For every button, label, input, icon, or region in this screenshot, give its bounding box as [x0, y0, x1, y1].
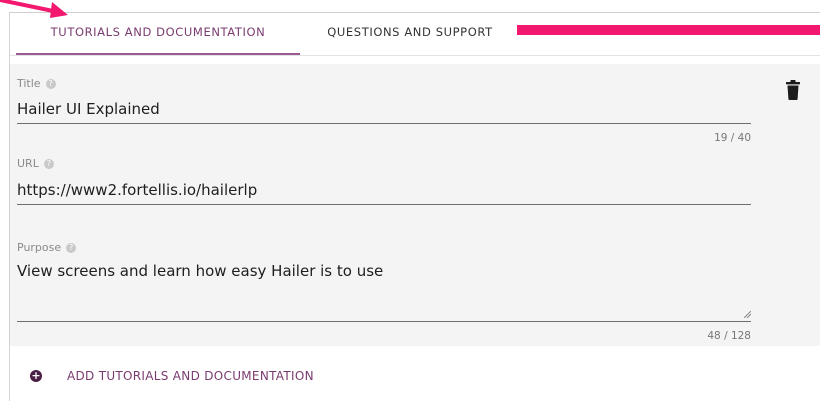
page: TUTORIALS AND DOCUMENTATION QUESTIONS AN… [0, 0, 820, 401]
help-circle-icon[interactable]: ? [43, 158, 54, 169]
resize-grip-icon[interactable] [743, 310, 751, 318]
purpose-field-label: Purpose ? [17, 241, 77, 254]
add-tutorial-label: ADD TUTORIALS AND DOCUMENTATION [67, 369, 314, 383]
tab-questions-and-support[interactable]: QUESTIONS AND SUPPORT [312, 13, 508, 55]
url-field-label: URL ? [17, 157, 54, 170]
purpose-char-counter: 48 / 128 [707, 330, 751, 342]
help-circle-icon[interactable]: ? [66, 242, 77, 253]
title-field-label: Title ? [17, 77, 56, 90]
plus-circle-icon: + [30, 369, 42, 382]
url-input[interactable]: https://www2.fortellis.io/hailerlp [17, 181, 257, 199]
add-tutorial-button[interactable]: + ADD TUTORIALS AND DOCUMENTATION [30, 364, 314, 388]
tab-label: QUESTIONS AND SUPPORT [327, 25, 493, 39]
help-circle-icon[interactable]: ? [45, 78, 56, 89]
title-char-counter: 19 / 40 [714, 132, 751, 144]
trash-icon[interactable] [785, 80, 801, 100]
tab-label: TUTORIALS AND DOCUMENTATION [50, 25, 266, 39]
title-input[interactable]: Hailer UI Explained [17, 100, 160, 118]
label-text: Title [17, 77, 41, 90]
url-input-underline [17, 204, 751, 205]
tutorial-entry-panel: Title ? Hailer UI Explained 19 / 40 URL … [10, 64, 820, 346]
title-input-underline [17, 123, 751, 124]
label-text: URL [17, 157, 39, 170]
tabs-divider [10, 55, 820, 56]
purpose-textarea-underline [17, 321, 751, 322]
tab-tutorials-and-documentation[interactable]: TUTORIALS AND DOCUMENTATION [16, 13, 300, 55]
purpose-textarea[interactable]: View screens and learn how easy Hailer i… [17, 262, 383, 280]
annotation-highlight-bar [517, 25, 820, 35]
label-text: Purpose [17, 241, 62, 254]
